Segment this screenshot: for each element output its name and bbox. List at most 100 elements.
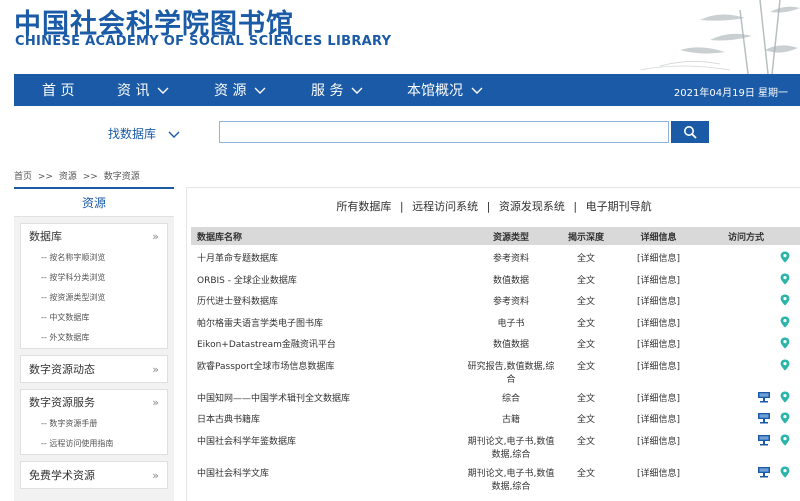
tab-ejournals[interactable]: 电子期刊导航 [586, 200, 652, 213]
db-depth: 全文 [576, 297, 595, 307]
remote-access-icon[interactable] [757, 391, 771, 403]
db-type: 数值数据 [492, 275, 529, 286]
main-nav: 首 页 资 讯 资 源 服 务 本馆概况 2021年04月19日 星期一 [14, 74, 800, 106]
resource-tabs: 所有数据库 | 远程访问系统 | 资源发现系统 | 电子期刊导航 [187, 198, 800, 214]
sidebar-subitem-chinese[interactable]: -- 中文数据库 [21, 308, 167, 328]
nav-resources[interactable]: 资 源 [214, 74, 266, 106]
sidebar-section-free: 免费学术资源 » [20, 461, 168, 489]
table-row: 帕尔格雷夫语言学类电子图书库 电子书 全文 [详细信息] [191, 310, 800, 332]
db-access [701, 245, 800, 267]
col-header-name: 数据库名称 [191, 227, 466, 245]
tab-separator: | [486, 200, 491, 213]
nav-home[interactable]: 首 页 [42, 74, 74, 106]
db-type: 综合 [501, 393, 520, 404]
sidebar-item-label: 数字资源动态 [29, 363, 95, 376]
db-name-link[interactable]: 日本古典书籍库 [191, 406, 466, 428]
map-pin-icon[interactable] [779, 294, 791, 306]
db-name-link[interactable]: 中国社会科学文库 [191, 460, 466, 492]
tab-remote-access[interactable]: 远程访问系统 [412, 200, 478, 213]
search-scope-select[interactable]: 找数据库 [108, 125, 180, 142]
breadcrumb-resources[interactable]: 资源 [59, 172, 77, 182]
map-pin-icon[interactable] [779, 273, 791, 285]
db-depth: 全文 [576, 468, 595, 479]
nav-services[interactable]: 服 务 [311, 74, 363, 106]
sidebar-item-label: 数字资源服务 [29, 396, 95, 409]
breadcrumb-sep: >> [37, 172, 53, 182]
db-detail-link[interactable]: [详细信息] [616, 428, 701, 460]
remote-access-icon[interactable] [757, 434, 771, 446]
nav-news-label: 资 讯 [117, 83, 150, 99]
db-name-link[interactable]: 中国社会科学年鉴数据库 [191, 428, 466, 460]
db-access [701, 267, 800, 289]
db-name-link[interactable]: 帕尔格雷夫语言学类电子图书库 [191, 310, 466, 332]
db-access [701, 288, 800, 310]
sidebar-item-digital-news[interactable]: 数字资源动态 » [21, 356, 167, 382]
map-pin-icon[interactable] [779, 251, 791, 263]
sidebar-subitem-remote-guide[interactable]: -- 远程访问使用指南 [21, 434, 167, 454]
tab-all-databases[interactable]: 所有数据库 [336, 200, 391, 213]
search-button[interactable] [671, 121, 709, 143]
nav-news[interactable]: 资 讯 [117, 74, 169, 106]
sidebar-item-digital-services[interactable]: 数字资源服务 » [21, 390, 167, 414]
remote-access-icon[interactable] [757, 466, 771, 478]
db-name-link[interactable]: ORBIS - 全球企业数据库 [191, 267, 466, 289]
sidebar-subitem-by-type[interactable]: -- 按资源类型浏览 [21, 288, 167, 308]
sidebar-item-free-resources[interactable]: 免费学术资源 » [21, 462, 167, 488]
db-detail-link[interactable]: [详细信息] [616, 267, 701, 289]
tab-discovery[interactable]: 资源发现系统 [499, 200, 565, 213]
breadcrumb-home[interactable]: 首页 [14, 172, 32, 182]
db-type: 研究报告,数值数据,综合 [467, 361, 555, 385]
db-detail-link[interactable]: [详细信息] [616, 353, 701, 385]
site-header: 中国社会科学院图书馆 CHINESE ACADEMY OF SOCIAL SCI… [0, 0, 800, 74]
table-row: 中国社会科学年鉴数据库 期刊论文,电子书,数值数据,综合 全文 [详细信息] [191, 428, 800, 460]
db-type: 参考资料 [492, 254, 529, 264]
nav-resources-label: 资 源 [214, 83, 247, 99]
map-pin-icon[interactable] [779, 434, 791, 446]
breadcrumb: 首页 >> 资源 >> 数字资源 [14, 169, 143, 182]
nav-services-label: 服 务 [311, 83, 344, 99]
db-depth: 全文 [576, 318, 595, 329]
db-detail-link[interactable]: [详细信息] [616, 385, 701, 407]
db-name-link[interactable]: Eikon+Datastream金融资讯平台 [191, 331, 466, 353]
double-chevron-icon: » [152, 468, 159, 482]
map-pin-icon[interactable] [779, 391, 791, 403]
map-pin-icon[interactable] [779, 316, 791, 328]
db-type: 参考资料 [492, 297, 529, 307]
db-access [701, 353, 800, 385]
database-table: 数据库名称 资源类型 揭示深度 详细信息 访问方式 十月革命专题数据库 参考资料全… [191, 227, 800, 492]
db-type: 古籍 [501, 415, 520, 425]
map-pin-icon[interactable] [779, 412, 791, 424]
db-detail-link[interactable]: [详细信息] [616, 245, 701, 267]
sidebar-item-databases[interactable]: 数据库 » [21, 224, 167, 248]
breadcrumb-current: 数字资源 [103, 172, 140, 182]
chevron-down-icon [471, 87, 483, 94]
sidebar-subitem-foreign[interactable]: -- 外文数据库 [21, 328, 167, 348]
breadcrumb-sep: >> [82, 172, 98, 182]
db-name-link[interactable]: 欧睿Passport全球市场信息数据库 [191, 353, 466, 385]
db-detail-link[interactable]: [详细信息] [616, 288, 701, 310]
double-chevron-icon: » [152, 229, 159, 243]
sidebar-subitem-by-subject[interactable]: -- 按学科分类浏览 [21, 268, 167, 288]
map-pin-icon[interactable] [779, 359, 791, 371]
col-header-depth: 揭示深度 [556, 227, 616, 245]
db-detail-link[interactable]: [详细信息] [616, 310, 701, 332]
nav-about[interactable]: 本馆概况 [407, 74, 483, 106]
remote-access-icon[interactable] [757, 412, 771, 424]
map-pin-icon[interactable] [779, 466, 791, 478]
db-depth: 全文 [576, 415, 595, 425]
db-name-link[interactable]: 十月革命专题数据库 [191, 245, 466, 267]
db-detail-link[interactable]: [详细信息] [616, 460, 701, 492]
map-pin-icon[interactable] [779, 337, 791, 349]
search-input[interactable] [219, 121, 669, 143]
sidebar-subitem-by-name[interactable]: -- 按名称字顺浏览 [21, 248, 167, 268]
db-name-link[interactable]: 中国知网——中国学术辑刊全文数据库 [191, 385, 466, 407]
db-name-link[interactable]: 历代进士登科数据库 [191, 288, 466, 310]
current-date: 2021年04月19日 星期一 [673, 88, 788, 99]
db-detail-link[interactable]: [详细信息] [616, 331, 701, 353]
db-detail-link[interactable]: [详细信息] [616, 406, 701, 428]
nav-about-label: 本馆概况 [407, 83, 463, 99]
table-row: 中国知网——中国学术辑刊全文数据库 综合 全文 [详细信息] [191, 385, 800, 407]
db-access [701, 310, 800, 332]
double-chevron-icon: » [152, 362, 159, 376]
sidebar-subitem-handbook[interactable]: -- 数字资源手册 [21, 414, 167, 434]
